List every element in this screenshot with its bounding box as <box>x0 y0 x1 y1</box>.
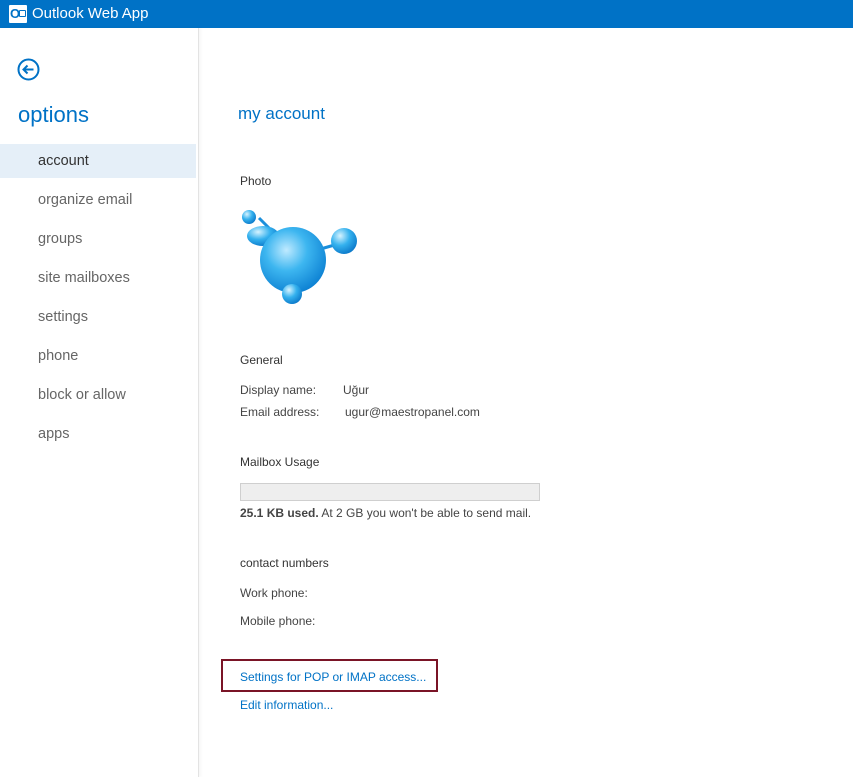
contact-numbers-heading: contact numbers <box>240 556 329 570</box>
mailbox-usage-bar <box>240 483 540 501</box>
outlook-logo-icon: O <box>9 5 27 23</box>
mailbox-usage-text: 25.1 KB used. At 2 GB you won't be able … <box>240 506 531 520</box>
options-sidebar: options account organize email groups si… <box>0 28 199 777</box>
mailbox-used-amount: 25.1 KB used. <box>240 506 319 520</box>
work-phone-label: Work phone: <box>240 586 308 600</box>
sidebar-item-organize-email[interactable]: organize email <box>0 183 196 217</box>
display-name-value: Uğur <box>343 383 370 397</box>
sidebar-item-site-mailboxes[interactable]: site mailboxes <box>0 261 196 295</box>
mailbox-usage-heading: Mailbox Usage <box>240 455 320 469</box>
app-title: Outlook Web App <box>32 5 149 22</box>
sidebar-item-phone[interactable]: phone <box>0 339 196 373</box>
pop-imap-settings-link[interactable]: Settings for POP or IMAP access... <box>240 670 426 684</box>
email-address-label: Email address: <box>240 405 320 419</box>
sidebar-item-groups[interactable]: groups <box>0 222 196 256</box>
top-bar: O Outlook Web App <box>0 0 853 28</box>
page-title: my account <box>238 104 325 123</box>
sidebar-item-block-or-allow[interactable]: block or allow <box>0 378 196 412</box>
photo-heading: Photo <box>240 174 272 188</box>
sidebar-item-apps[interactable]: apps <box>0 417 196 451</box>
mobile-phone-label: Mobile phone: <box>240 614 316 628</box>
sidebar-item-settings[interactable]: settings <box>0 300 196 334</box>
edit-information-link[interactable]: Edit information... <box>240 698 333 712</box>
general-heading: General <box>240 353 283 367</box>
sidebar-title: options <box>18 102 89 127</box>
display-name-label: Display name: <box>240 383 317 397</box>
mailbox-limit-text: At 2 GB you won't be able to send mail. <box>318 506 532 520</box>
main-content: my account Photo General Display name: U… <box>199 28 853 777</box>
email-address-value: ugur@maestropanel.com <box>345 405 480 419</box>
user-photo[interactable] <box>239 208 364 308</box>
sidebar-item-account[interactable]: account <box>0 144 196 178</box>
bubble-avatar-icon <box>242 210 357 304</box>
